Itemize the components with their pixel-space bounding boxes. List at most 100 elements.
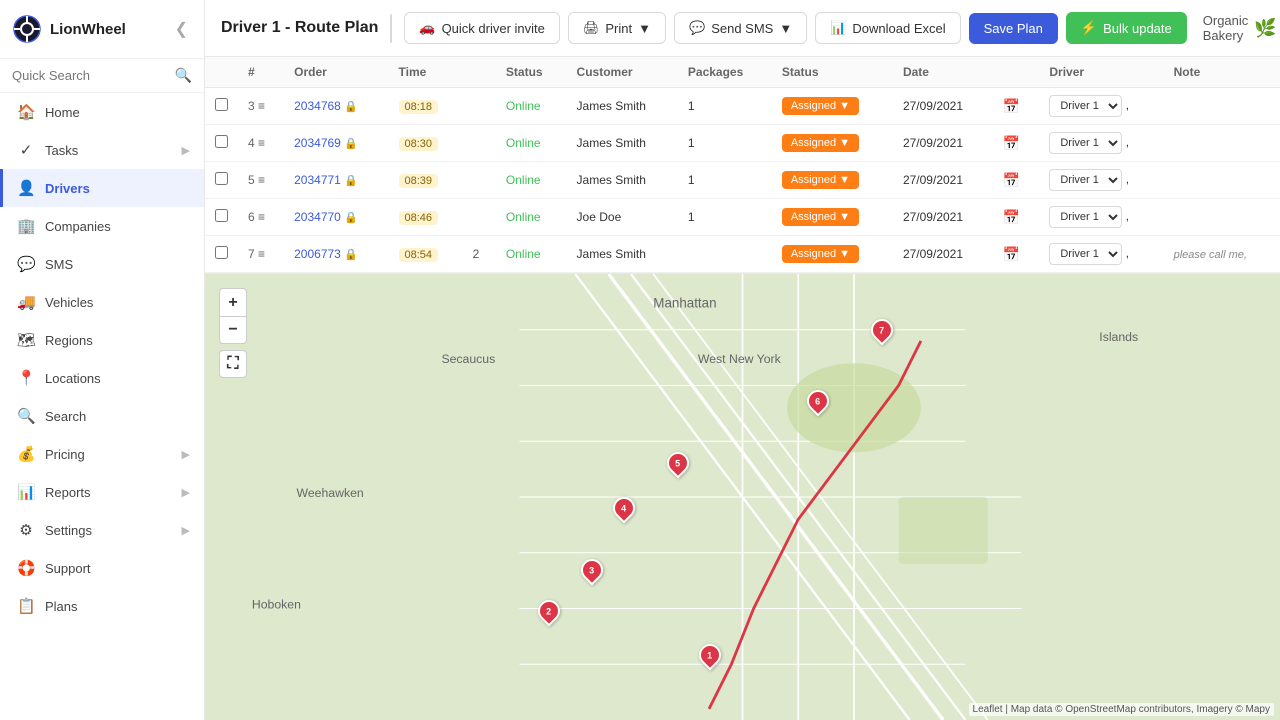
col-status-route: Status	[496, 57, 567, 88]
calendar-cell[interactable]: 📅	[993, 199, 1040, 236]
sidebar-label-vehicles: Vehicles	[45, 295, 93, 310]
search-icon[interactable]: 🔍	[175, 67, 192, 84]
sidebar-label-search: Search	[45, 409, 86, 424]
org-section: Organic Bakery 🌿	[1195, 13, 1277, 43]
driver-cell[interactable]: Driver 1 ,	[1039, 199, 1163, 236]
customer-cell: James Smith	[567, 88, 678, 125]
sidebar-item-plans[interactable]: 📋 Plans	[0, 587, 204, 625]
assign-status-button[interactable]: Assigned ▼	[782, 171, 859, 189]
assign-status-button[interactable]: Assigned ▼	[782, 97, 859, 115]
calendar-cell[interactable]: 📅	[993, 88, 1040, 125]
driver-select[interactable]: Driver 1	[1049, 169, 1122, 191]
map-pin-4[interactable]: 4	[613, 497, 635, 519]
sidebar-item-settings[interactable]: ⚙ Settings ▶	[0, 511, 204, 549]
sidebar-item-home[interactable]: 🏠 Home	[0, 93, 204, 131]
time-badge: 08:54	[399, 248, 439, 262]
table-header: # Order Time Status Customer Packages St…	[205, 57, 1280, 88]
print-button[interactable]: 🖨 Print ▼	[568, 12, 666, 44]
sidebar-item-companies[interactable]: 🏢 Companies	[0, 207, 204, 245]
quick-search-row[interactable]: Quick Search 🔍	[0, 59, 204, 93]
lock-icon: 🔒	[344, 212, 358, 224]
calendar-icon[interactable]: 📅	[1003, 246, 1020, 262]
assign-status-cell[interactable]: Assigned ▼	[772, 199, 893, 236]
assign-status-cell[interactable]: Assigned ▼	[772, 125, 893, 162]
calendar-cell[interactable]: 📅	[993, 125, 1040, 162]
zoom-out-button[interactable]: −	[219, 316, 247, 344]
assign-status-cell[interactable]: Assigned ▼	[772, 88, 893, 125]
sidebar-item-drivers[interactable]: 👤 Drivers	[0, 169, 204, 207]
map-pin-6[interactable]: 6	[807, 390, 829, 412]
calendar-cell[interactable]: 📅	[993, 162, 1040, 199]
calendar-icon[interactable]: 📅	[1003, 172, 1020, 188]
quick-driver-invite-button[interactable]: 🚗 Quick driver invite	[404, 12, 560, 44]
order-link[interactable]: 2034771	[294, 173, 341, 187]
map-pin-7[interactable]: 7	[871, 319, 893, 341]
sidebar-item-vehicles[interactable]: 🚚 Vehicles	[0, 283, 204, 321]
order-link[interactable]: 2034770	[294, 210, 341, 224]
driver-select[interactable]: Driver 1	[1049, 206, 1122, 228]
date-picker[interactable]: 27/09/2021 📅	[390, 14, 392, 43]
driver-cell[interactable]: Driver 1 ,	[1039, 162, 1163, 199]
row-checkbox[interactable]	[215, 172, 228, 185]
sidebar-item-regions[interactable]: 🗺 Regions	[0, 321, 204, 359]
map-pin-1[interactable]: 1	[699, 644, 721, 666]
row-checkbox[interactable]	[215, 246, 228, 259]
lock-icon: 🔒	[344, 138, 358, 150]
status-badge: Online	[506, 210, 541, 224]
row-checkbox[interactable]	[215, 98, 228, 111]
status-cell: Online	[496, 125, 567, 162]
calendar-icon[interactable]: 📅	[1003, 98, 1020, 114]
map-pin-5[interactable]: 5	[667, 452, 689, 474]
order-link[interactable]: 2006773	[294, 247, 341, 261]
sidebar-item-reports[interactable]: 📊 Reports ▶	[0, 473, 204, 511]
sidebar-item-sms[interactable]: 💬 SMS	[0, 245, 204, 283]
assign-status-button[interactable]: Assigned ▼	[782, 208, 859, 226]
time-badge: 08:46	[399, 211, 439, 225]
calendar-icon[interactable]: 📅	[1003, 209, 1020, 225]
map-container[interactable]: Manhattan Weehawken Hoboken Islands Seca…	[205, 274, 1280, 720]
sidebar-item-search[interactable]: 🔍 Search	[0, 397, 204, 435]
svg-text:Secaucus: Secaucus	[441, 352, 495, 366]
row-checkbox[interactable]	[215, 135, 228, 148]
packages-count-cell	[678, 236, 772, 273]
assign-status-button[interactable]: Assigned ▼	[782, 134, 859, 152]
sidebar-item-pricing[interactable]: 💰 Pricing ▶	[0, 435, 204, 473]
order-link[interactable]: 2034768	[294, 99, 341, 113]
driver-select[interactable]: Driver 1	[1049, 132, 1122, 154]
save-plan-button[interactable]: Save Plan	[969, 13, 1058, 44]
fullscreen-button[interactable]: ⛶	[219, 350, 247, 378]
map-pin-2[interactable]: 2	[538, 600, 560, 622]
calendar-icon[interactable]: 📅	[1003, 135, 1020, 151]
date-cell: 27/09/2021	[893, 199, 993, 236]
zoom-in-button[interactable]: +	[219, 288, 247, 316]
driver-cell[interactable]: Driver 1 ,	[1039, 236, 1163, 273]
date-value: 27/09/2021	[391, 16, 392, 41]
sidebar-item-support[interactable]: 🛟 Support	[0, 549, 204, 587]
driver-cell[interactable]: Driver 1 ,	[1039, 125, 1163, 162]
calendar-cell[interactable]: 📅	[993, 236, 1040, 273]
driver-select[interactable]: Driver 1	[1049, 95, 1122, 117]
note-cell: please call me,	[1164, 236, 1280, 273]
assign-status-cell[interactable]: Assigned ▼	[772, 236, 893, 273]
lock-icon: 🔒	[344, 249, 358, 261]
map-pin-3[interactable]: 3	[581, 559, 603, 581]
sidebar-label-tasks: Tasks	[45, 143, 78, 158]
map-svg: Manhattan Weehawken Hoboken Islands Seca…	[205, 274, 1280, 720]
packages-count: 1	[688, 173, 695, 187]
table-body: 3 ≡ 2034768 🔒 08:18 Online James Smith 1…	[205, 88, 1280, 273]
status-badge: Online	[506, 173, 541, 187]
send-sms-button[interactable]: 💬 Send SMS ▼	[674, 12, 807, 44]
sidebar-item-locations[interactable]: 📍 Locations	[0, 359, 204, 397]
driver-cell[interactable]: Driver 1 ,	[1039, 88, 1163, 125]
driver-select[interactable]: Driver 1	[1049, 243, 1122, 265]
sidebar-header: LionWheel ❮	[0, 0, 204, 59]
sidebar-item-tasks[interactable]: ✓ Tasks ▶	[0, 131, 204, 169]
row-checkbox[interactable]	[215, 209, 228, 222]
collapse-sidebar-button[interactable]: ❮	[171, 17, 192, 41]
order-link[interactable]: 2034769	[294, 136, 341, 150]
assign-status-button[interactable]: Assigned ▼	[782, 245, 859, 263]
time-cell: 08:18	[389, 88, 463, 125]
bulk-update-button[interactable]: ⚡ Bulk update	[1066, 12, 1187, 44]
assign-status-cell[interactable]: Assigned ▼	[772, 162, 893, 199]
download-excel-button[interactable]: 📊 Download Excel	[815, 12, 960, 44]
